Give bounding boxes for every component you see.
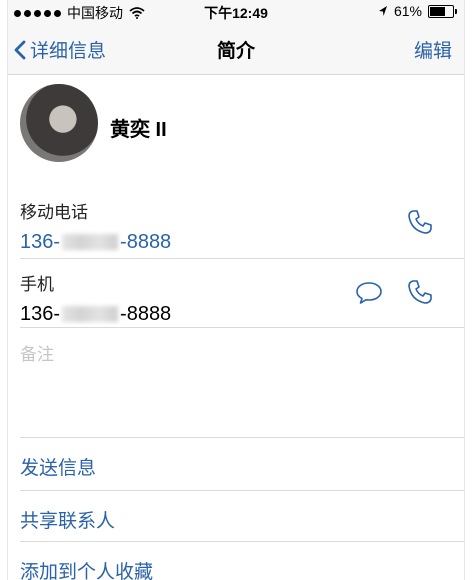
chevron-left-icon <box>14 40 26 59</box>
divider <box>20 327 464 328</box>
field-label: 移动电话 <box>20 203 88 222</box>
phone-number-link[interactable]: 136- -8888 <box>20 231 452 254</box>
notes-field[interactable]: 备注 <box>20 340 54 365</box>
redacted-digits <box>62 234 119 250</box>
contact-detail-screen: 中国移动 下午12:49 61% 详细信息 简介 编辑 黄奕 II 移动电话 1… <box>8 0 464 580</box>
location-arrow-icon <box>378 6 387 16</box>
message-bubble-icon[interactable] <box>354 280 384 306</box>
phone-icon[interactable] <box>406 278 434 306</box>
contact-name: 黄奕 II <box>110 119 167 141</box>
send-message-button[interactable]: 发送信息 <box>20 453 96 480</box>
phone-number-value[interactable]: 136- -8888 <box>20 303 452 326</box>
status-bar: 中国移动 下午12:49 61% <box>8 0 464 24</box>
share-contact-button[interactable]: 共享联系人 <box>20 506 115 533</box>
battery-percent: 61% <box>393 3 422 19</box>
phone-field-mobile: 移动电话 136- -8888 <box>20 198 452 254</box>
phone-prefix: 136- <box>20 303 61 325</box>
edit-button[interactable]: 编辑 <box>414 36 452 63</box>
divider <box>20 258 464 259</box>
avatar <box>20 84 98 162</box>
phone-suffix: -8888 <box>120 303 172 325</box>
phone-prefix: 136- <box>20 231 61 253</box>
phone-suffix: -8888 <box>120 231 172 253</box>
divider <box>20 437 464 438</box>
field-label: 手机 <box>20 275 54 294</box>
navigation-bar: 详细信息 简介 编辑 <box>8 24 464 75</box>
battery-icon <box>428 4 457 18</box>
back-label: 详细信息 <box>30 41 107 62</box>
divider <box>20 490 464 491</box>
add-to-favorites-button[interactable]: 添加到个人收藏 <box>20 557 153 580</box>
phone-field-cell: 手机 136- -8888 <box>20 270 452 326</box>
contact-header: 黄奕 II <box>8 75 464 175</box>
divider <box>20 541 464 542</box>
back-button[interactable]: 详细信息 <box>14 36 106 63</box>
redacted-digits <box>62 306 119 322</box>
phone-icon[interactable] <box>406 208 434 236</box>
status-right: 61% <box>378 3 457 19</box>
